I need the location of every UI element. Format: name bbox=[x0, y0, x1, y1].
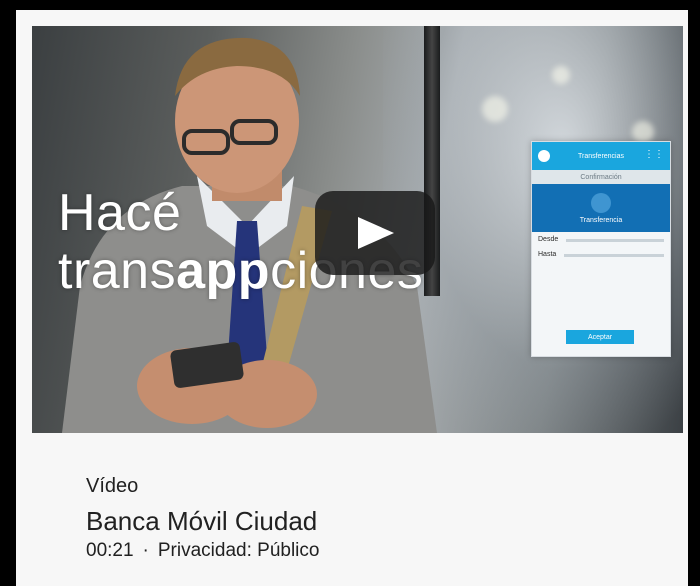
video-info: 00:21 · Privacidad: Público bbox=[86, 540, 319, 562]
play-button[interactable] bbox=[315, 191, 435, 275]
mockup-section-label: Transferencia bbox=[579, 216, 623, 224]
headline-part: trans bbox=[58, 242, 177, 300]
mockup-row: Hasta bbox=[532, 247, 670, 262]
mockup-section: Transferencia bbox=[532, 184, 670, 232]
video-title[interactable]: Banca Móvil Ciudad bbox=[86, 506, 319, 536]
play-icon bbox=[358, 217, 394, 249]
mockup-field-label: Desde bbox=[538, 236, 559, 243]
headline-bold-part: app bbox=[176, 242, 271, 300]
mockup-field-label: Hasta bbox=[538, 251, 557, 258]
grid-icon: ⋮⋮ bbox=[644, 149, 664, 160]
video-details: Vídeo Banca Móvil Ciudad 00:21 · Privacida… bbox=[86, 474, 319, 562]
privacy-status: Privacidad: Público bbox=[157, 540, 320, 561]
video-card[interactable]: Hacé transappciones Transferencias ⋮⋮ Co… bbox=[16, 10, 688, 586]
mockup-header: Transferencias ⋮⋮ bbox=[532, 142, 670, 170]
mockup-button: Aceptar bbox=[566, 330, 634, 344]
separator-dot: · bbox=[142, 540, 149, 561]
mockup-field-value bbox=[566, 239, 664, 242]
video-duration: 00:21 bbox=[86, 540, 134, 561]
mockup-row: Desde bbox=[532, 232, 670, 247]
phone-app-mockup: Transferencias ⋮⋮ Confirmación Transfere… bbox=[531, 141, 671, 357]
mockup-field-value bbox=[564, 254, 664, 257]
mockup-title: Transferencias bbox=[577, 152, 625, 160]
transfer-icon bbox=[591, 192, 611, 213]
app-logo-icon bbox=[538, 150, 550, 162]
mockup-subtitle: Confirmación bbox=[532, 170, 670, 184]
video-thumbnail[interactable]: Hacé transappciones Transferencias ⋮⋮ Co… bbox=[32, 26, 683, 433]
content-type-label: Vídeo bbox=[86, 475, 139, 497]
